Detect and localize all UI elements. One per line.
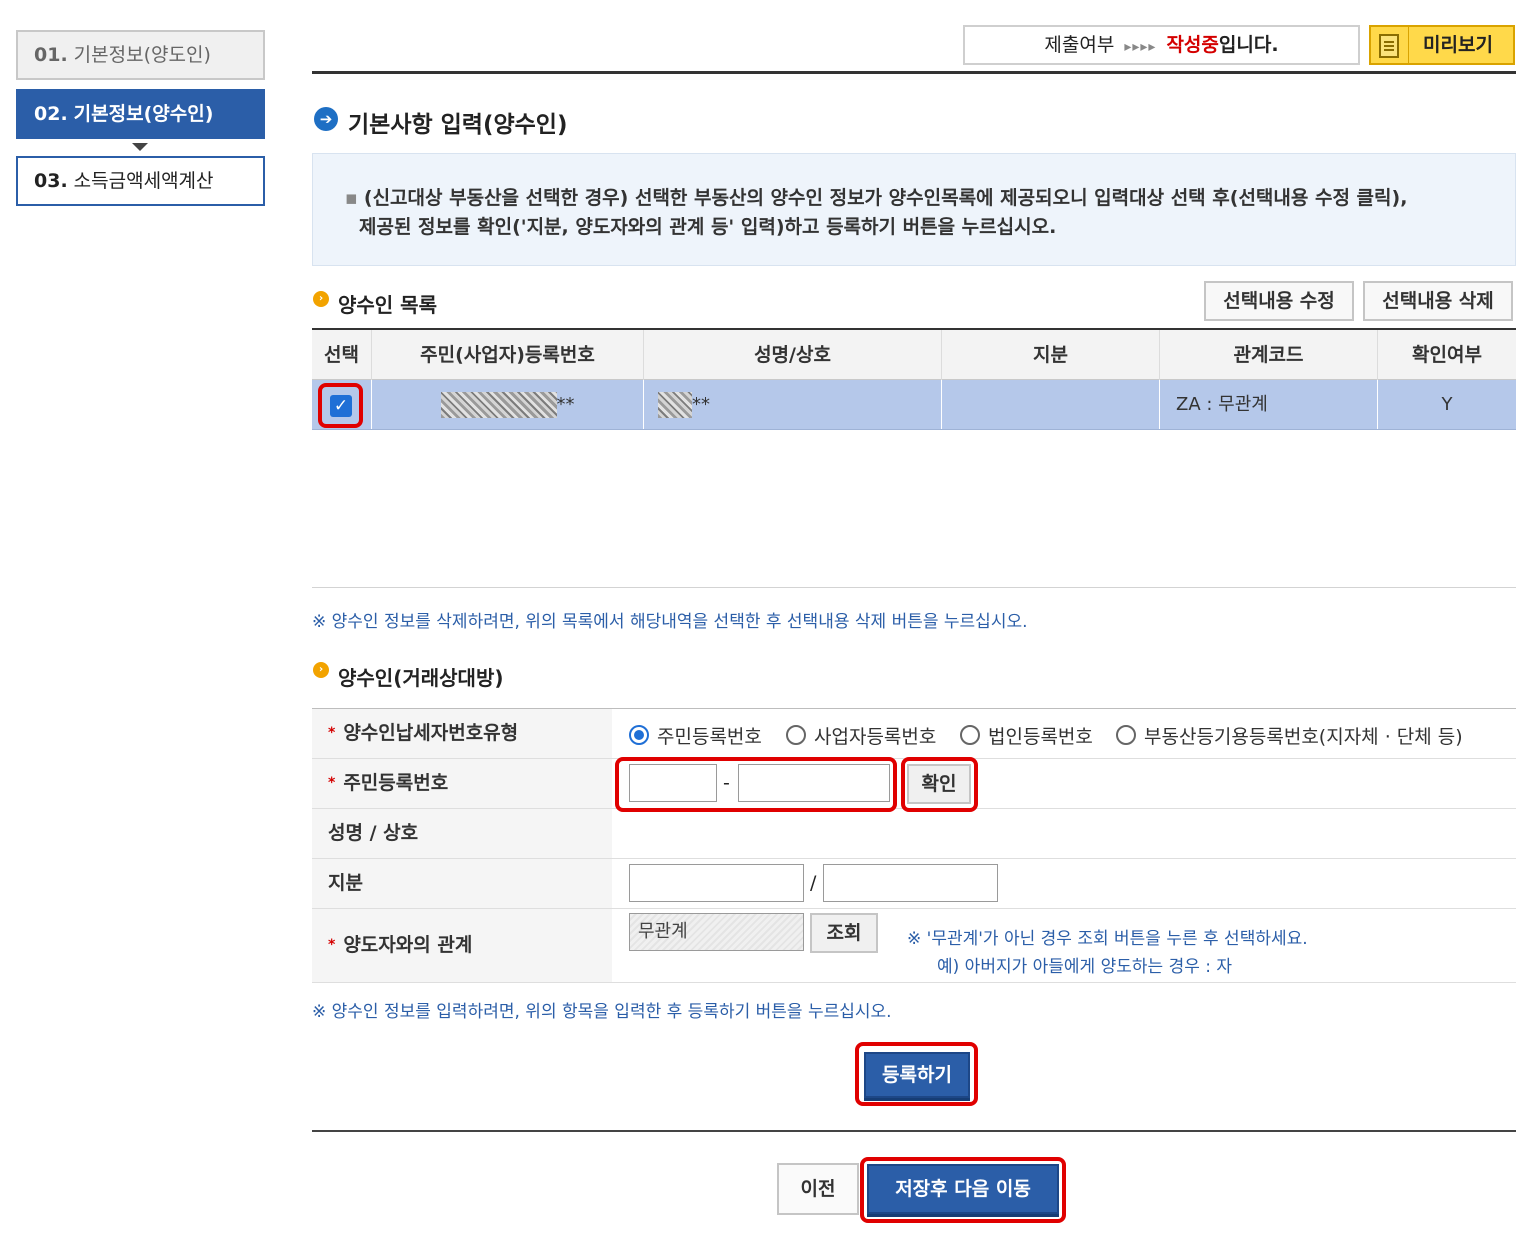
highlight-rrn-annotation	[615, 757, 897, 812]
relation-label-text: 양도자와의 관계	[343, 934, 473, 956]
required-star-icon: *	[328, 937, 336, 953]
step-3-number: 03.	[34, 170, 68, 192]
info-box: ▪ (신고대상 부동산을 선택한 경우) 선택한 부동산의 양수인 정보가 양수인…	[312, 153, 1516, 266]
document-icon	[1379, 34, 1399, 58]
info-line-2: 제공된 정보를 확인('지분, 양도자와의 관계 등' 입력)하고 등록하기 버…	[359, 216, 1057, 238]
radio-business-label: 사업자등록번호	[814, 726, 937, 748]
row-relation-cell: ZA : 무관계	[1160, 380, 1378, 429]
row-share-cell	[942, 380, 1160, 429]
radio-realestate[interactable]	[1116, 725, 1136, 745]
lookup-button[interactable]: 조회	[810, 913, 878, 953]
highlight-save-next-annotation	[860, 1157, 1066, 1223]
input-note: ※ 양수인 정보를 입력하려면, 위의 항목을 입력한 후 등록하기 버튼을 누…	[312, 1002, 892, 1022]
step-1-seller-info[interactable]: 01. 기본정보(양도인)	[16, 30, 265, 80]
preview-label: 미리보기	[1423, 34, 1493, 56]
info-line-1-text: (신고대상 부동산을 선택한 경우) 선택한 부동산의 양수인 정보가 양수인목…	[363, 187, 1408, 209]
type-row: * 양수인납세자번호유형 주민등록번호 사업자등록번호 법인등록번호 부동산등기용…	[312, 709, 1516, 759]
step-3-tax-calc[interactable]: 03. 소득금액세액계산	[16, 156, 265, 206]
relation-note-2: 예) 아버지가 아들에게 양도하는 경우 : 자	[937, 957, 1233, 977]
relation-readonly-field: 무관계	[629, 913, 804, 951]
relation-label: * 양도자와의 관계	[312, 909, 612, 982]
row-name-cell: **	[644, 380, 942, 429]
step-1-number: 01.	[34, 44, 68, 66]
row-name-suffix: **	[692, 394, 710, 415]
highlight-checkbox-annotation	[318, 383, 363, 428]
status-state: 작성중	[1166, 34, 1219, 56]
name-row: 성명 / 상호	[312, 809, 1516, 859]
masked-id-blur	[440, 392, 557, 418]
col-confirmed: 확인여부	[1412, 344, 1482, 366]
name-label: 성명 / 상호	[312, 809, 612, 858]
status-label: 제출여부	[1044, 34, 1115, 56]
radio-realestate-label: 부동산등기용등록번호(지자체 · 단체 등)	[1144, 726, 1463, 748]
step-3-label: 소득금액세액계산	[73, 170, 214, 192]
type-label: * 양수인납세자번호유형	[312, 709, 612, 758]
header-divider	[312, 71, 1516, 74]
table-row[interactable]: ** ** ZA : 무관계 Y	[312, 380, 1516, 430]
highlight-confirm-annotation	[901, 757, 978, 812]
step-2-number: 02.	[34, 103, 68, 125]
buyer-form-title: 양수인(거래상대방)	[338, 666, 504, 690]
step-down-arrow-icon	[132, 143, 148, 151]
required-star-icon: *	[328, 775, 336, 791]
relation-note-1: ※ '무관계'가 아닌 경우 조회 버튼을 누른 후 선택하세요.	[907, 929, 1308, 949]
arrow-right-circle-icon: ➔	[314, 107, 338, 131]
info-line-1: ▪ (신고대상 부동산을 선택한 경우) 선택한 부동산의 양수인 정보가 양수인…	[345, 184, 1485, 213]
buyer-list-title: 양수인 목록	[338, 293, 437, 317]
radio-rrn[interactable]	[629, 725, 649, 745]
share-slash: /	[810, 872, 817, 894]
delete-selected-button[interactable]: 선택내용 삭제	[1363, 281, 1513, 321]
row-confirmed-cell: Y	[1441, 394, 1453, 415]
edit-selected-button[interactable]: 선택내용 수정	[1204, 281, 1354, 321]
masked-name-blur	[658, 392, 692, 418]
section-title: 기본사항 입력(양수인)	[348, 112, 568, 138]
row-id-cell: **	[372, 380, 644, 429]
highlight-register-annotation	[855, 1042, 978, 1106]
submission-status: 제출여부 ▸▸▸▸ 작성중입니다.	[963, 25, 1360, 65]
share-numerator-input[interactable]	[629, 864, 804, 902]
step-2-buyer-info[interactable]: 02. 기본정보(양수인)	[16, 89, 265, 139]
orange-bullet-icon: ›	[313, 662, 329, 678]
status-arrows-icon: ▸▸▸▸	[1124, 39, 1157, 55]
row-id-suffix: **	[556, 394, 575, 415]
col-select: 선택	[312, 330, 372, 380]
list-bottom-divider	[312, 587, 1516, 588]
prev-button[interactable]: 이전	[777, 1163, 859, 1215]
preview-button[interactable]: 미리보기	[1369, 25, 1515, 65]
footer-divider	[312, 1130, 1516, 1132]
delete-note: ※ 양수인 정보를 삭제하려면, 위의 목록에서 해당내역을 선택한 후 선택내…	[312, 612, 1028, 632]
col-share: 지분	[942, 330, 1160, 380]
share-denominator-input[interactable]	[823, 864, 998, 902]
radio-corporate-label: 법인등록번호	[988, 726, 1093, 748]
col-relation-code: 관계코드	[1160, 330, 1378, 380]
preview-divider	[1408, 27, 1409, 63]
col-name: 성명/상호	[644, 330, 942, 380]
status-suffix: 입니다.	[1218, 34, 1279, 56]
col-id-number: 주민(사업자)등록번호	[372, 330, 644, 380]
radio-business[interactable]	[786, 725, 806, 745]
step-2-label: 기본정보(양수인)	[73, 103, 214, 125]
orange-bullet-icon: ›	[313, 291, 329, 307]
type-label-text: 양수인납세자번호유형	[343, 722, 519, 744]
required-star-icon: *	[328, 725, 336, 741]
rrn-label: * 주민등록번호	[312, 759, 612, 808]
step-1-label: 기본정보(양도인)	[73, 44, 211, 66]
radio-rrn-label: 주민등록번호	[657, 726, 762, 748]
rrn-label-text: 주민등록번호	[343, 772, 449, 794]
buyer-table-header: 선택 주민(사업자)등록번호 성명/상호 지분 관계코드 확인여부	[312, 328, 1516, 380]
share-label: 지분	[312, 859, 612, 908]
radio-corporate[interactable]	[960, 725, 980, 745]
bullet-icon: ▪	[345, 187, 358, 209]
